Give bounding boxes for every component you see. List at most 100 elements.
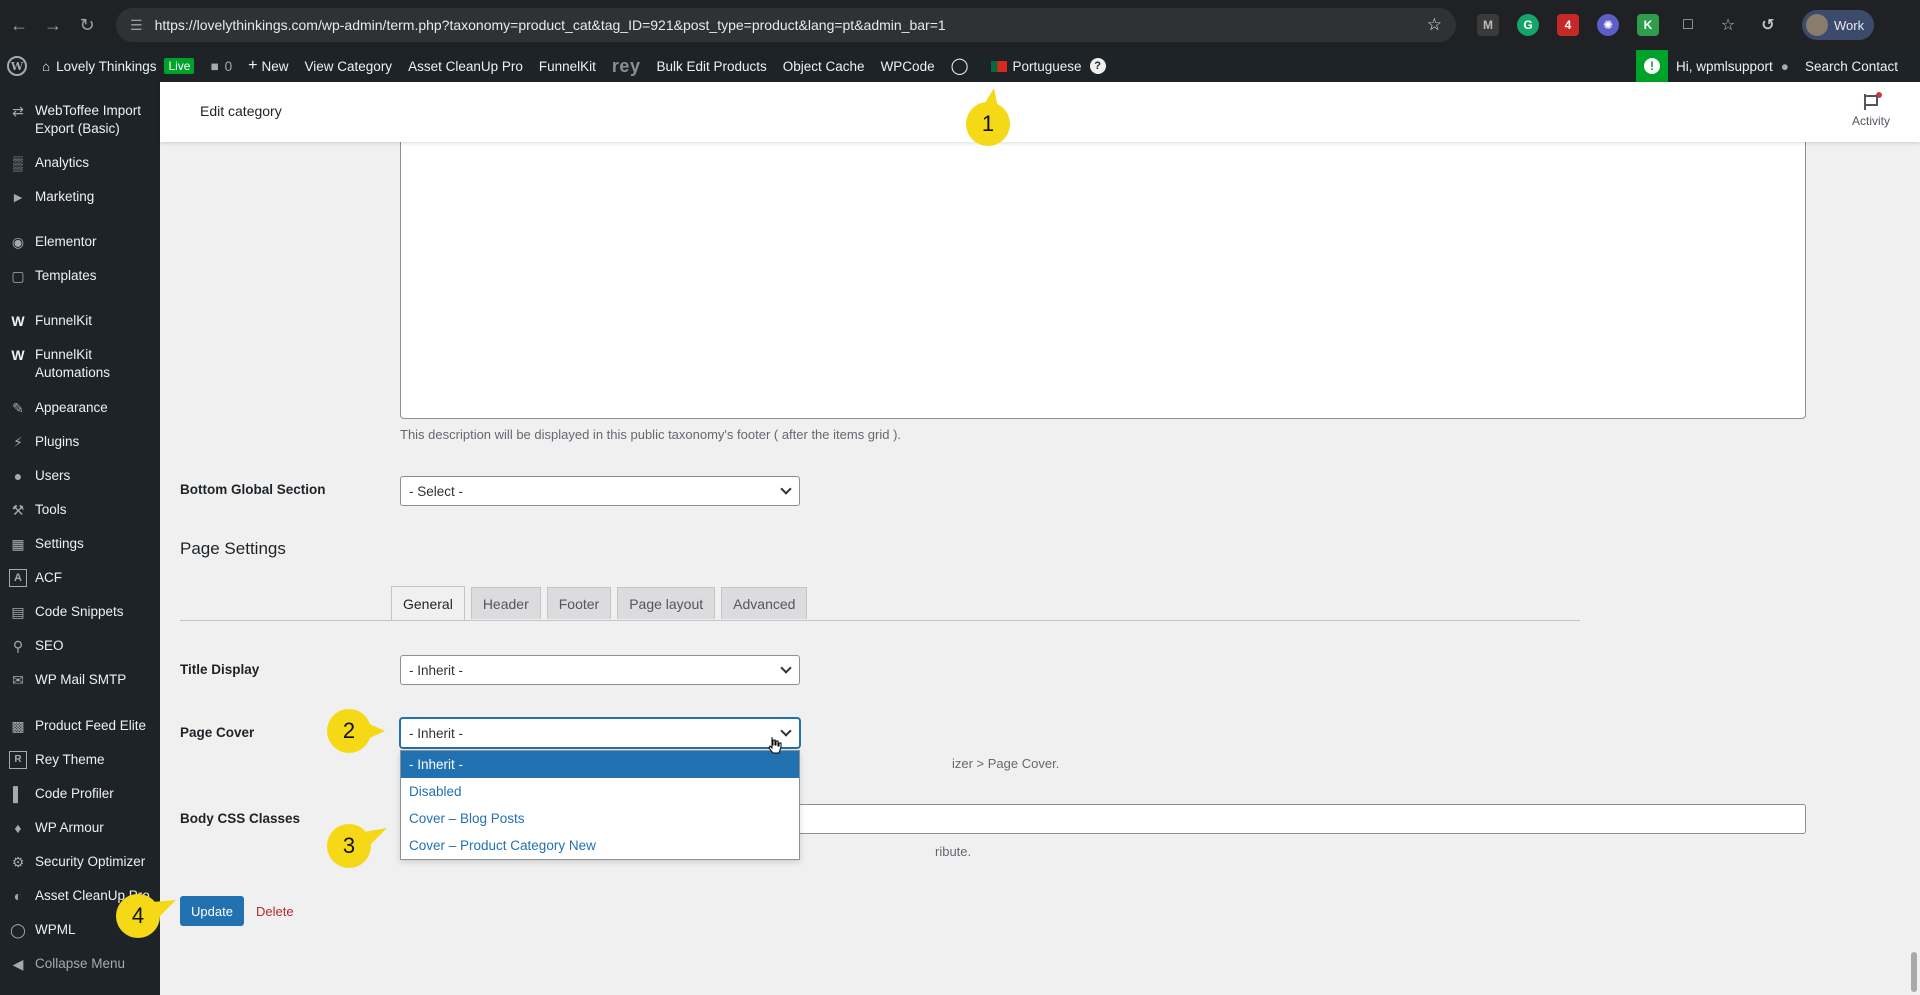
sidebar-item-seo[interactable]: ⚲ SEO [0, 637, 70, 655]
page-scrollbar[interactable] [1908, 82, 1920, 995]
url-text[interactable]: https://lovelythinkings.com/wp-admin/ter… [155, 17, 1427, 33]
grammarly-icon[interactable]: G [1517, 14, 1539, 36]
new-link[interactable]: + New [240, 50, 296, 82]
sidebar-item-users[interactable]: ● Users [0, 467, 76, 485]
flag-icon [1862, 92, 1882, 112]
site-name-link[interactable]: ⌂ Lovely Thinkings Live [34, 50, 202, 82]
delete-link[interactable]: Delete [256, 904, 294, 919]
sidebar-item-label: FunnelKit Automations [35, 347, 111, 380]
tab-advanced[interactable]: Advanced [721, 587, 808, 619]
folder-icon: ▢ [11, 268, 25, 284]
sidebar-item-wp-armour[interactable]: ♦ WP Armour [0, 819, 110, 837]
extension-k-icon[interactable]: K [1637, 14, 1659, 36]
object-cache-link[interactable]: Object Cache [775, 50, 873, 82]
sidebar-item-product-feed[interactable]: ▩ Product Feed Elite [0, 717, 152, 735]
wpcode-link[interactable]: WPCode [873, 50, 943, 82]
funnelkit-link[interactable]: FunnelKit [531, 50, 604, 82]
title-display-select[interactable]: - Inherit - [400, 655, 800, 685]
reload-icon[interactable]: ↻ [72, 10, 102, 40]
sidebar-item-security-optimizer[interactable]: ⚙ Security Optimizer [0, 853, 151, 871]
language-switcher[interactable]: Portuguese ? [983, 50, 1114, 82]
update-button[interactable]: Update [180, 896, 244, 926]
dropdown-option[interactable]: - Inherit - [401, 751, 799, 778]
sidebar-item-appearance[interactable]: ✎ Appearance [0, 399, 114, 417]
elementor-icon: ◉ [11, 234, 25, 250]
activity-button[interactable]: Activity [1852, 92, 1890, 128]
page-cover-select[interactable]: - Inherit - [400, 718, 800, 748]
wordpress-logo-icon[interactable]: W [0, 50, 34, 82]
import-icon: ⇄ [12, 103, 24, 119]
history-icon[interactable]: ↺ [1757, 14, 1779, 36]
sidebar-item-rey-theme[interactable]: R Rey Theme [0, 751, 111, 769]
search-contact-link[interactable]: Search Contact [1797, 50, 1920, 82]
puzzle-icon[interactable]: □ [1677, 14, 1699, 36]
profile-button[interactable]: Work [1802, 10, 1875, 40]
sidebar-item-acf[interactable]: A ACF [0, 569, 68, 587]
user-avatar-icon: ● [1780, 58, 1789, 74]
plug-icon: ⚡ [13, 434, 23, 450]
comments-count: 0 [224, 58, 233, 74]
sidebar-item-plugins[interactable]: ⚡ Plugins [0, 433, 85, 451]
bar-chart-icon: ▒ [13, 155, 23, 171]
collapse-icon: ◀ [12, 956, 24, 972]
address-bar[interactable]: ☰ https://lovelythinkings.com/wp-admin/t… [116, 8, 1456, 42]
sidebar-item-code-snippets[interactable]: ▤ Code Snippets [0, 603, 130, 621]
user-icon: ● [13, 468, 23, 484]
asset-cleanup-link[interactable]: Asset CleanUp Pro [400, 50, 531, 82]
sidebar-item-marketing[interactable]: ► Marketing [0, 188, 100, 206]
sidebar-item-tools[interactable]: ⚒ Tools [0, 501, 73, 519]
view-category-link[interactable]: View Category [297, 50, 401, 82]
megaphone-icon: ► [11, 189, 25, 205]
description-textarea[interactable] [400, 142, 1806, 419]
dropdown-option[interactable]: Cover – Product Category New [401, 832, 799, 859]
annotation-marker-2: 2 [327, 709, 385, 753]
sidebar-item-templates[interactable]: ▢ Templates [0, 267, 103, 285]
extension-m-icon[interactable]: M [1477, 14, 1499, 36]
sidebar-item-wpml[interactable]: ◯ WPML [0, 921, 82, 939]
sidebar-item-funnelkit[interactable]: W FunnelKit [0, 312, 98, 330]
rey-link[interactable]: rey [604, 50, 649, 82]
description-help: This description will be displayed in th… [400, 427, 902, 442]
help-icon[interactable]: ? [1089, 58, 1106, 74]
my-account[interactable]: Hi, wpmlsupport ● [1668, 50, 1797, 82]
wrench-icon: ⚒ [11, 502, 25, 518]
comments-link[interactable]: ■ 0 [202, 50, 240, 82]
annotation-marker-4: 4 [116, 894, 176, 938]
alert-icon[interactable]: ! [1636, 50, 1668, 82]
sidebar-item-funnelkit-automations[interactable]: W FunnelKit Automations [0, 346, 141, 382]
collapse-menu-button[interactable]: ◀ Collapse Menu [0, 955, 131, 973]
extension-red-icon[interactable]: 4 [1557, 14, 1579, 36]
tab-footer[interactable]: Footer [546, 587, 612, 619]
forward-icon[interactable]: → [38, 10, 68, 40]
bulk-edit-link[interactable]: Bulk Edit Products [648, 50, 774, 82]
bottom-global-select[interactable]: - Select - [400, 476, 800, 506]
sidebar-item-label: Analytics [35, 155, 90, 170]
tab-general[interactable]: General [391, 586, 465, 620]
bookmarks-icon[interactable]: ☆ [1717, 14, 1739, 36]
q-logo-icon[interactable]: ◯ [943, 50, 977, 82]
sidebar-item-label: Users [35, 468, 71, 483]
dropdown-option[interactable]: Cover – Blog Posts [401, 805, 799, 832]
tab-header[interactable]: Header [470, 587, 541, 619]
sidebar-item-analytics[interactable]: ▒ Analytics [0, 154, 95, 172]
back-icon[interactable]: ← [4, 10, 34, 40]
extensions-bar: M G 4 ✺ K □ ☆ ↺ [1468, 14, 1788, 36]
live-badge: Live [164, 58, 195, 74]
sidebar-item-code-profiler[interactable]: ▌ Code Profiler [0, 785, 120, 803]
sidebar-item-label: Appearance [35, 400, 108, 415]
scrollbar-thumb[interactable] [1911, 952, 1917, 992]
sidebar-item-label: ACF [35, 570, 62, 585]
search-icon: ⚲ [12, 638, 24, 654]
sidebar-item-webtoffee[interactable]: ⇄ WebToffee Import Export (Basic) [0, 102, 160, 138]
extension-gear-icon[interactable]: ✺ [1597, 14, 1619, 36]
chevron-down-icon [780, 483, 792, 495]
dropdown-option[interactable]: Disabled [401, 778, 799, 805]
site-info-icon[interactable]: ☰ [130, 17, 143, 34]
sidebar-item-elementor[interactable]: ◉ Elementor [0, 233, 103, 251]
sidebar-item-wp-mail-smtp[interactable]: ✉ WP Mail SMTP [0, 671, 132, 689]
gear-icon: ⚙ [11, 854, 25, 870]
tab-page-layout[interactable]: Page layout [617, 587, 716, 619]
sidebar-item-settings[interactable]: ▦ Settings [0, 535, 90, 553]
code-icon: ▤ [11, 604, 25, 620]
bookmark-star-icon[interactable]: ☆ [1427, 15, 1442, 35]
